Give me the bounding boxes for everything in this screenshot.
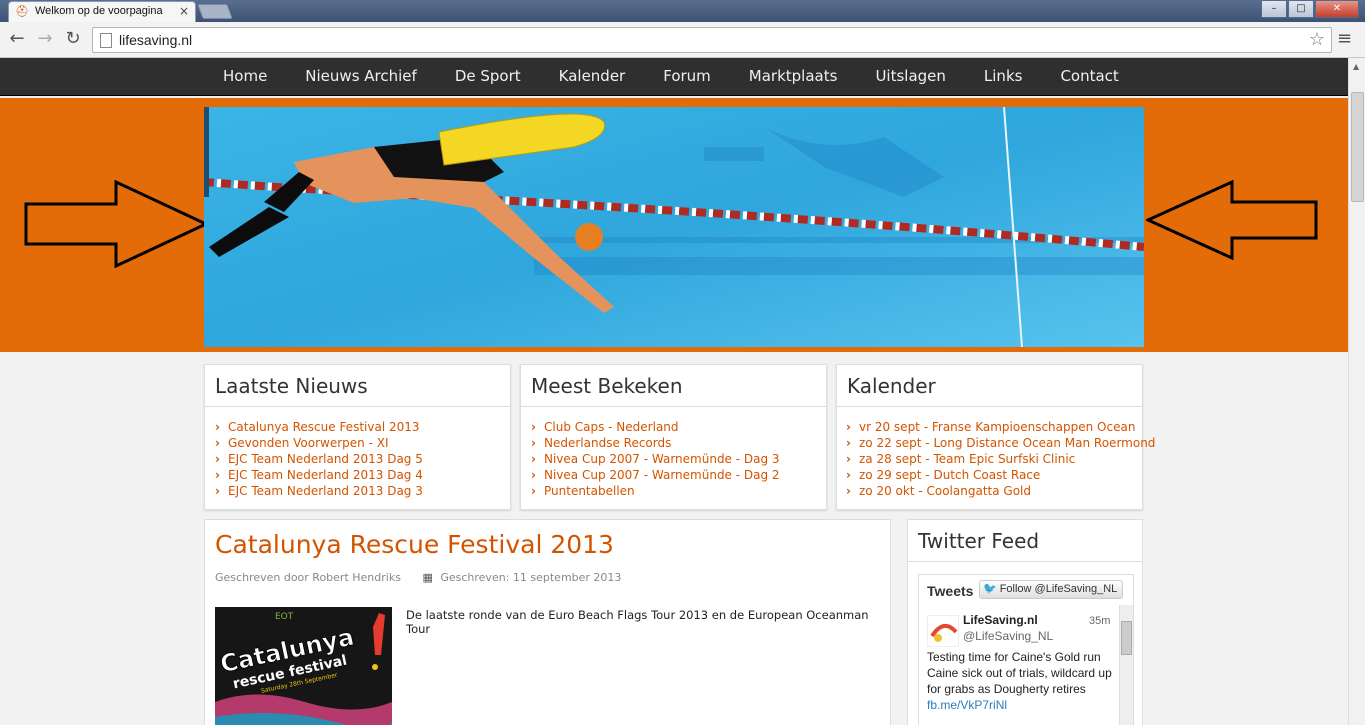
- chevron-right-icon: ›: [531, 468, 536, 482]
- nav-home[interactable]: Home: [204, 58, 286, 96]
- nav-contact[interactable]: Contact: [1041, 58, 1137, 96]
- address-bar[interactable]: lifesaving.nl ☆: [92, 27, 1332, 53]
- avatar[interactable]: [927, 615, 959, 647]
- chevron-right-icon: ›: [531, 452, 536, 466]
- nav-forum[interactable]: Forum: [644, 58, 730, 96]
- twitter-scrollbar[interactable]: [1119, 605, 1133, 725]
- page-scrollbar[interactable]: ▲: [1348, 58, 1365, 725]
- chevron-right-icon: ›: [215, 436, 220, 450]
- nav-kalender[interactable]: Kalender: [540, 58, 645, 96]
- twitter-feed-title: Twitter Feed: [908, 520, 1142, 562]
- nav-marktplaats[interactable]: Marktplaats: [730, 58, 857, 96]
- nav-de-sport[interactable]: De Sport: [436, 58, 540, 96]
- follow-button[interactable]: 🐦 Follow @LifeSaving_NL: [979, 580, 1124, 599]
- list-item[interactable]: › Gevonden Voorwerpen - XI: [215, 435, 500, 451]
- article-meta: Geschreven door Robert Hendriks ▦ Geschr…: [215, 571, 621, 584]
- main-navigation: Home Nieuws Archief De Sport Kalender Fo…: [0, 58, 1348, 96]
- article-date: Geschreven: 11 september 2013: [440, 571, 622, 584]
- list-item[interactable]: › EJC Team Nederland 2013 Dag 5: [215, 451, 500, 467]
- new-tab-button[interactable]: [197, 4, 233, 19]
- article-image-eot: EOT: [275, 612, 294, 622]
- tweet-line-2: Caine sick out of trials, wildcard up fo…: [927, 666, 1112, 696]
- maximize-button[interactable]: □: [1288, 0, 1314, 18]
- browser-titlebar: ⛑ Welkom op de voorpagina × – □ ✕: [0, 0, 1365, 22]
- chevron-right-icon: ›: [846, 468, 851, 482]
- tweet-time[interactable]: 35m: [1089, 615, 1110, 627]
- latest-news-box: Laatste Nieuws › Catalunya Rescue Festiva…: [204, 364, 511, 510]
- list-item[interactable]: › Club Caps - Nederland: [531, 419, 816, 435]
- twitter-widget: Tweets 🐦 Follow @LifeSaving_NL LifeSaving…: [918, 574, 1134, 725]
- forward-arrow-icon[interactable]: →: [34, 28, 56, 50]
- most-viewed-box: Meest Bekeken › Club Caps - Nederland › Ne…: [520, 364, 827, 510]
- chevron-right-icon: ›: [215, 484, 220, 498]
- browser-toolbar: ← → ↻ lifesaving.nl ☆ ≡: [0, 22, 1365, 58]
- article-title[interactable]: Catalunya Rescue Festival 2013: [215, 530, 614, 559]
- back-arrow-icon[interactable]: ←: [6, 28, 28, 50]
- article-card: Catalunya Rescue Festival 2013 Geschreve…: [204, 519, 891, 725]
- list-item[interactable]: › Catalunya Rescue Festival 2013: [215, 419, 500, 435]
- most-viewed-title: Meest Bekeken: [521, 365, 826, 407]
- url-text[interactable]: lifesaving.nl: [119, 32, 192, 48]
- chevron-right-icon: ›: [531, 484, 536, 498]
- calendar-title: Kalender: [837, 365, 1142, 407]
- chevron-right-icon: ›: [531, 420, 536, 434]
- page-scroll-thumb[interactable]: [1351, 92, 1364, 202]
- nav-uitslagen[interactable]: Uitslagen: [856, 58, 964, 96]
- tweet-author-name[interactable]: LifeSaving.nl: [963, 613, 1038, 627]
- right-arrow-icon: [24, 180, 210, 268]
- nav-links[interactable]: Links: [965, 58, 1042, 96]
- chevron-right-icon: ›: [215, 420, 220, 434]
- tweet-text: Testing time for Caine's Gold run Caine …: [927, 649, 1117, 713]
- tab-close-icon[interactable]: ×: [179, 4, 189, 18]
- twitter-bird-icon: 🐦: [983, 583, 997, 595]
- list-item[interactable]: › Puntentabellen: [531, 483, 816, 499]
- article-author: Geschreven door Robert Hendriks: [215, 571, 401, 584]
- chevron-right-icon: ›: [846, 452, 851, 466]
- chevron-right-icon: ›: [215, 468, 220, 482]
- nav-nieuws-archief[interactable]: Nieuws Archief: [286, 58, 436, 96]
- list-item[interactable]: › EJC Team Nederland 2013 Dag 4: [215, 467, 500, 483]
- tab-title: Welkom op de voorpagina: [35, 5, 163, 17]
- tweet-line-1: Testing time for Caine's Gold run: [927, 650, 1101, 664]
- chrome-menu-icon[interactable]: ≡: [1337, 28, 1352, 49]
- page-icon: [100, 33, 112, 48]
- calendar-icon: ▦: [422, 571, 433, 584]
- article-intro: De laatste ronde van de Euro Beach Flags…: [406, 608, 869, 636]
- browser-tab[interactable]: ⛑ Welkom op de voorpagina ×: [8, 1, 196, 22]
- lifesaving-favicon-icon: ⛑: [15, 5, 29, 18]
- list-item[interactable]: › EJC Team Nederland 2013 Dag 3: [215, 483, 500, 499]
- tweets-label: Tweets: [927, 583, 974, 599]
- list-item[interactable]: › zo 29 sept - Dutch Coast Race: [846, 467, 1132, 483]
- hero-swimmer-image: [204, 107, 1144, 347]
- list-item[interactable]: › zo 20 okt - Coolangatta Gold: [846, 483, 1132, 499]
- reload-icon[interactable]: ↻: [62, 28, 84, 50]
- list-item[interactable]: › Nivea Cup 2007 - Warnemünde - Dag 2: [531, 467, 816, 483]
- chevron-right-icon: ›: [846, 436, 851, 450]
- window-close-button[interactable]: ✕: [1315, 0, 1359, 18]
- chevron-right-icon: ›: [531, 436, 536, 450]
- twitter-feed-box: Twitter Feed Tweets 🐦 Follow @LifeSaving_…: [907, 519, 1143, 725]
- window-controls: – □ ✕: [1260, 0, 1359, 18]
- latest-news-title: Laatste Nieuws: [205, 365, 510, 407]
- calendar-box: Kalender › vr 20 sept - Franse Kampioensc…: [836, 364, 1155, 510]
- list-item[interactable]: › vr 20 sept - Franse Kampioenschappen Oc…: [846, 419, 1135, 435]
- list-item[interactable]: › za 28 sept - Team Epic Surfski Clinic: [846, 451, 1132, 467]
- follow-label: Follow @LifeSaving_NL: [999, 583, 1118, 595]
- chevron-right-icon: ›: [846, 484, 851, 498]
- minimize-button[interactable]: –: [1261, 0, 1287, 18]
- hero-banner: [0, 98, 1348, 352]
- tweet-link[interactable]: fb.me/VkP7riNl: [927, 697, 1117, 713]
- list-item[interactable]: › Nederlandse Records: [531, 435, 816, 451]
- twitter-scroll-thumb[interactable]: [1121, 621, 1132, 655]
- chevron-right-icon: ›: [846, 420, 851, 434]
- bookmark-star-icon[interactable]: ☆: [1309, 29, 1325, 50]
- list-item[interactable]: › zo 22 sept - Long Distance Ocean Man Ro…: [846, 435, 1155, 451]
- tweet-author-handle[interactable]: @LifeSaving_NL: [963, 629, 1053, 643]
- scroll-up-arrow-icon[interactable]: ▲: [1353, 62, 1359, 71]
- list-item[interactable]: › Nivea Cup 2007 - Warnemünde - Dag 3: [531, 451, 816, 467]
- article-image[interactable]: EOT Catalunya rescue festival Saturday 2…: [215, 607, 392, 725]
- page-viewport: Home Nieuws Archief De Sport Kalender Fo…: [0, 58, 1348, 725]
- left-arrow-icon: [1146, 180, 1318, 260]
- chevron-right-icon: ›: [215, 452, 220, 466]
